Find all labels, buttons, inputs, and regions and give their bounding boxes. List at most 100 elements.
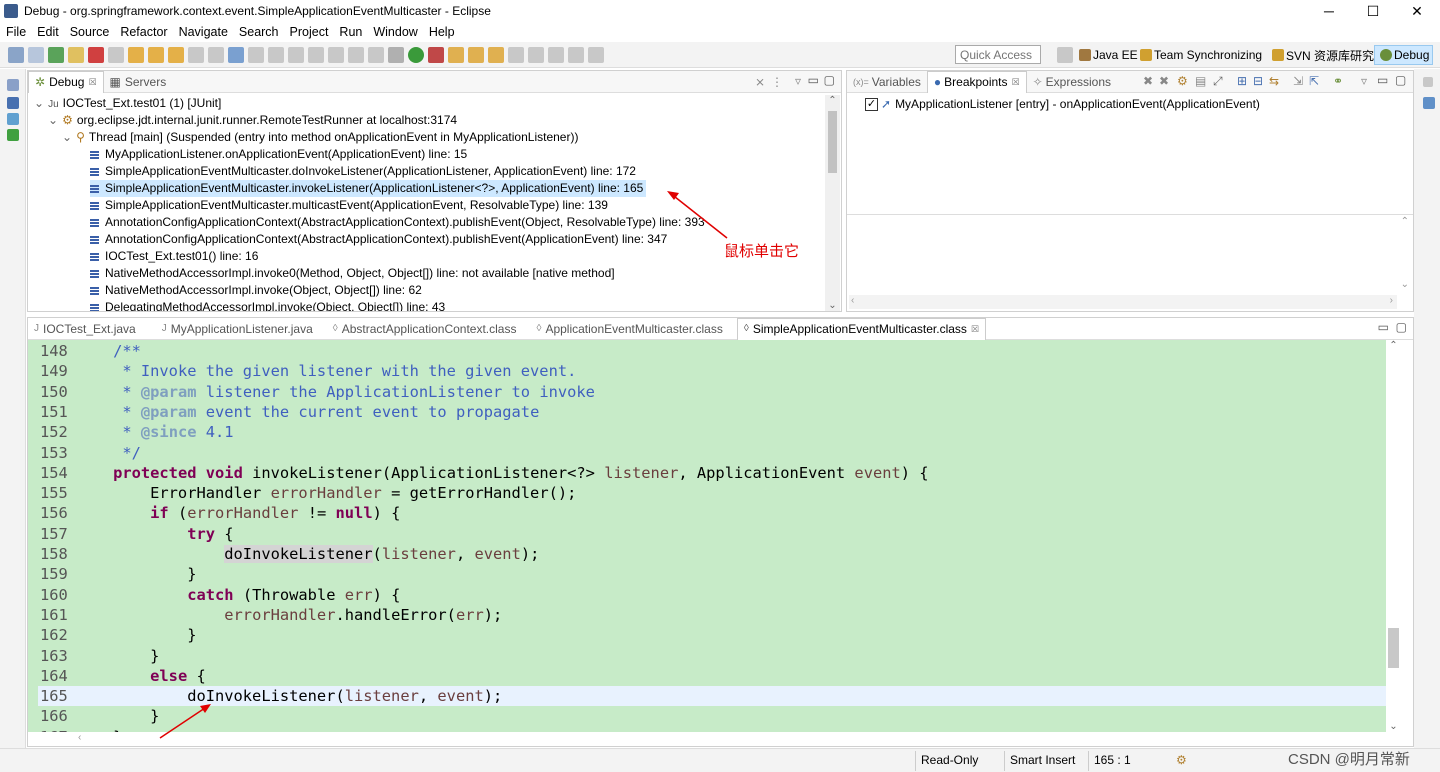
- menu-project[interactable]: Project: [290, 25, 329, 39]
- tree-row-process[interactable]: ⌄ ⚙ org.eclipse.jdt.internal.junit.runner.…: [48, 112, 457, 129]
- collapse-all-icon[interactable]: ⊟: [1253, 74, 1263, 88]
- disconnect-icon[interactable]: [108, 46, 124, 63]
- run-icon[interactable]: [408, 46, 424, 63]
- step-filters-icon[interactable]: [208, 46, 224, 63]
- open-folder-icon[interactable]: [448, 46, 464, 63]
- console-icon[interactable]: [7, 97, 19, 109]
- menu-run[interactable]: Run: [339, 25, 362, 39]
- tab-debug-close-icon[interactable]: ☒: [88, 71, 96, 93]
- open-type-icon[interactable]: [248, 46, 264, 63]
- remove-all-breakpoints-icon[interactable]: ✖: [1159, 74, 1169, 88]
- breakpoint-checkbox[interactable]: ✓: [865, 98, 878, 112]
- outline-icon[interactable]: [368, 46, 384, 63]
- debug-scrollbar[interactable]: ⌃ ⌄: [825, 95, 840, 311]
- code-line[interactable]: 156 if (errorHandler != null) {: [38, 503, 1386, 523]
- stack-frame-row[interactable]: SimpleApplicationEventMulticaster.doInvo…: [90, 163, 636, 180]
- editor-tab-close-icon[interactable]: ☒: [971, 318, 979, 340]
- collapse-icon[interactable]: ⌄: [62, 130, 72, 144]
- code-line[interactable]: 153 */: [38, 443, 1386, 463]
- bp-view-maximize-icon[interactable]: ▢: [1395, 73, 1406, 87]
- stack-frame-row[interactable]: NativeMethodAccessorImpl.invoke(Object, …: [90, 282, 422, 299]
- export-icon[interactable]: ⇱: [1309, 74, 1319, 88]
- code-line[interactable]: 162 }: [38, 625, 1386, 645]
- code-line[interactable]: 163 }: [38, 646, 1386, 666]
- menu-file[interactable]: File: [6, 25, 26, 39]
- editor-tab-ioctest[interactable]: J IOCTest_Ext.java: [28, 318, 142, 340]
- minimize-button[interactable]: ─: [1306, 0, 1352, 22]
- open-file-icon[interactable]: [468, 46, 484, 63]
- code-line[interactable]: 164 else {: [38, 666, 1386, 686]
- tab-debug[interactable]: ✲ Debug ☒: [28, 70, 104, 93]
- code-line[interactable]: 155 ErrorHandler errorHandler = getError…: [38, 483, 1386, 503]
- editor-scroll-left-icon[interactable]: ‹: [78, 732, 81, 743]
- link-icon[interactable]: ⇆: [1269, 74, 1279, 88]
- drop-to-frame-icon[interactable]: [188, 46, 204, 63]
- editor-scroll-thumb[interactable]: [1388, 628, 1399, 668]
- code-line[interactable]: 154 protected void invokeListener(Applic…: [38, 463, 1386, 483]
- detail-scroll-down-icon[interactable]: ⌄: [1401, 279, 1409, 290]
- editor-scroll-up-icon[interactable]: ⌃: [1387, 340, 1400, 351]
- code-line[interactable]: 151 * @param event the current event to …: [38, 402, 1386, 422]
- problems-icon[interactable]: [7, 129, 19, 141]
- new-icon[interactable]: [228, 46, 244, 63]
- stack-frame-row-selected[interactable]: SimpleApplicationEventMulticaster.invoke…: [90, 180, 647, 197]
- java-exception-icon[interactable]: ⚭: [1333, 74, 1343, 88]
- scroll-down-icon[interactable]: ⌄: [826, 300, 839, 311]
- scroll-left-icon[interactable]: ‹: [851, 295, 854, 306]
- step-over-icon[interactable]: [148, 46, 164, 63]
- toggle-icon[interactable]: [288, 46, 304, 63]
- prev-edit-icon[interactable]: [528, 46, 544, 63]
- code-line[interactable]: 160 catch (Throwable err) {: [38, 585, 1386, 605]
- remove-breakpoint-icon[interactable]: ✖: [1143, 74, 1153, 88]
- stack-frame-row[interactable]: IOCTest_Ext.test01() line: 16: [90, 248, 258, 265]
- step-into-icon[interactable]: [128, 46, 144, 63]
- scroll-right-icon[interactable]: ›: [1390, 295, 1393, 306]
- stack-frame-row[interactable]: AnnotationConfigApplicationContext(Abstr…: [90, 214, 705, 231]
- code-line[interactable]: 161 errorHandler.handleError(err);: [38, 605, 1386, 625]
- detail-horizontal-scrollbar[interactable]: ‹ ›: [849, 295, 1397, 309]
- terminate-icon[interactable]: [88, 46, 104, 63]
- code-line[interactable]: 166 }: [38, 706, 1386, 726]
- bp-view-dropdown-icon[interactable]: ▿: [1361, 74, 1367, 88]
- next-icon[interactable]: [588, 46, 604, 63]
- close-button[interactable]: ✕: [1394, 0, 1440, 22]
- editor-vertical-scrollbar[interactable]: ⌃ ⌄: [1386, 340, 1401, 732]
- debug-config-icon[interactable]: [388, 46, 404, 63]
- code-text-area[interactable]: 148 /** 149 * Invoke the given listener w…: [38, 340, 1386, 732]
- collapse-icon[interactable]: ⌄: [48, 113, 58, 127]
- open-task-icon[interactable]: [488, 46, 504, 63]
- save-icon[interactable]: [8, 46, 24, 63]
- tab-expressions[interactable]: ✧ Expressions: [1027, 71, 1117, 93]
- menu-navigate[interactable]: Navigate: [179, 25, 228, 39]
- view-dropdown-icon[interactable]: ▿: [795, 74, 801, 88]
- package-explorer-icon[interactable]: [7, 79, 19, 91]
- skip-breakpoints-icon[interactable]: [28, 46, 44, 63]
- stack-frame-row[interactable]: AnnotationConfigApplicationContext(Abstr…: [90, 231, 667, 248]
- maximize-button[interactable]: ☐: [1350, 0, 1396, 22]
- back-icon[interactable]: [548, 46, 564, 63]
- perspective-java-ee[interactable]: Java EE: [1074, 45, 1141, 65]
- format-icon[interactable]: [328, 46, 344, 63]
- tab-breakpoints[interactable]: ● Breakpoints ☒: [926, 70, 1027, 93]
- scroll-up-icon[interactable]: ⌃: [826, 95, 839, 106]
- outline-view-icon[interactable]: [7, 113, 19, 125]
- collapse-icon[interactable]: ⌄: [34, 96, 44, 110]
- import-icon[interactable]: ⇲: [1293, 74, 1303, 88]
- breakpoint-item[interactable]: ✓ ➚ MyApplicationListener [entry] - onAppl…: [865, 95, 1260, 113]
- perspective-debug[interactable]: Debug: [1374, 45, 1434, 65]
- menu-help[interactable]: Help: [429, 25, 455, 39]
- restore-icon[interactable]: [1423, 77, 1433, 87]
- resume-icon[interactable]: [48, 46, 64, 63]
- code-line[interactable]: 159 }: [38, 564, 1386, 584]
- quick-access-input[interactable]: [955, 45, 1041, 64]
- menu-source[interactable]: Source: [70, 25, 110, 39]
- forward-icon[interactable]: [568, 46, 584, 63]
- tree-row-thread[interactable]: ⌄ ⚲ Thread [main] (Suspended (entry into m…: [62, 129, 578, 146]
- remove-terminated-icon[interactable]: ⨯: [755, 75, 765, 89]
- step-return-icon[interactable]: [168, 46, 184, 63]
- stack-frame-row[interactable]: MyApplicationListener.onApplicationEvent…: [90, 146, 467, 163]
- stack-frame-row[interactable]: SimpleApplicationEventMulticaster.multic…: [90, 197, 608, 214]
- stack-frame-row[interactable]: NativeMethodAccessorImpl.invoke0(Method,…: [90, 265, 615, 282]
- editor-minimize-icon[interactable]: ▭: [1378, 320, 1389, 334]
- editor-scroll-down-icon[interactable]: ⌄: [1387, 721, 1400, 732]
